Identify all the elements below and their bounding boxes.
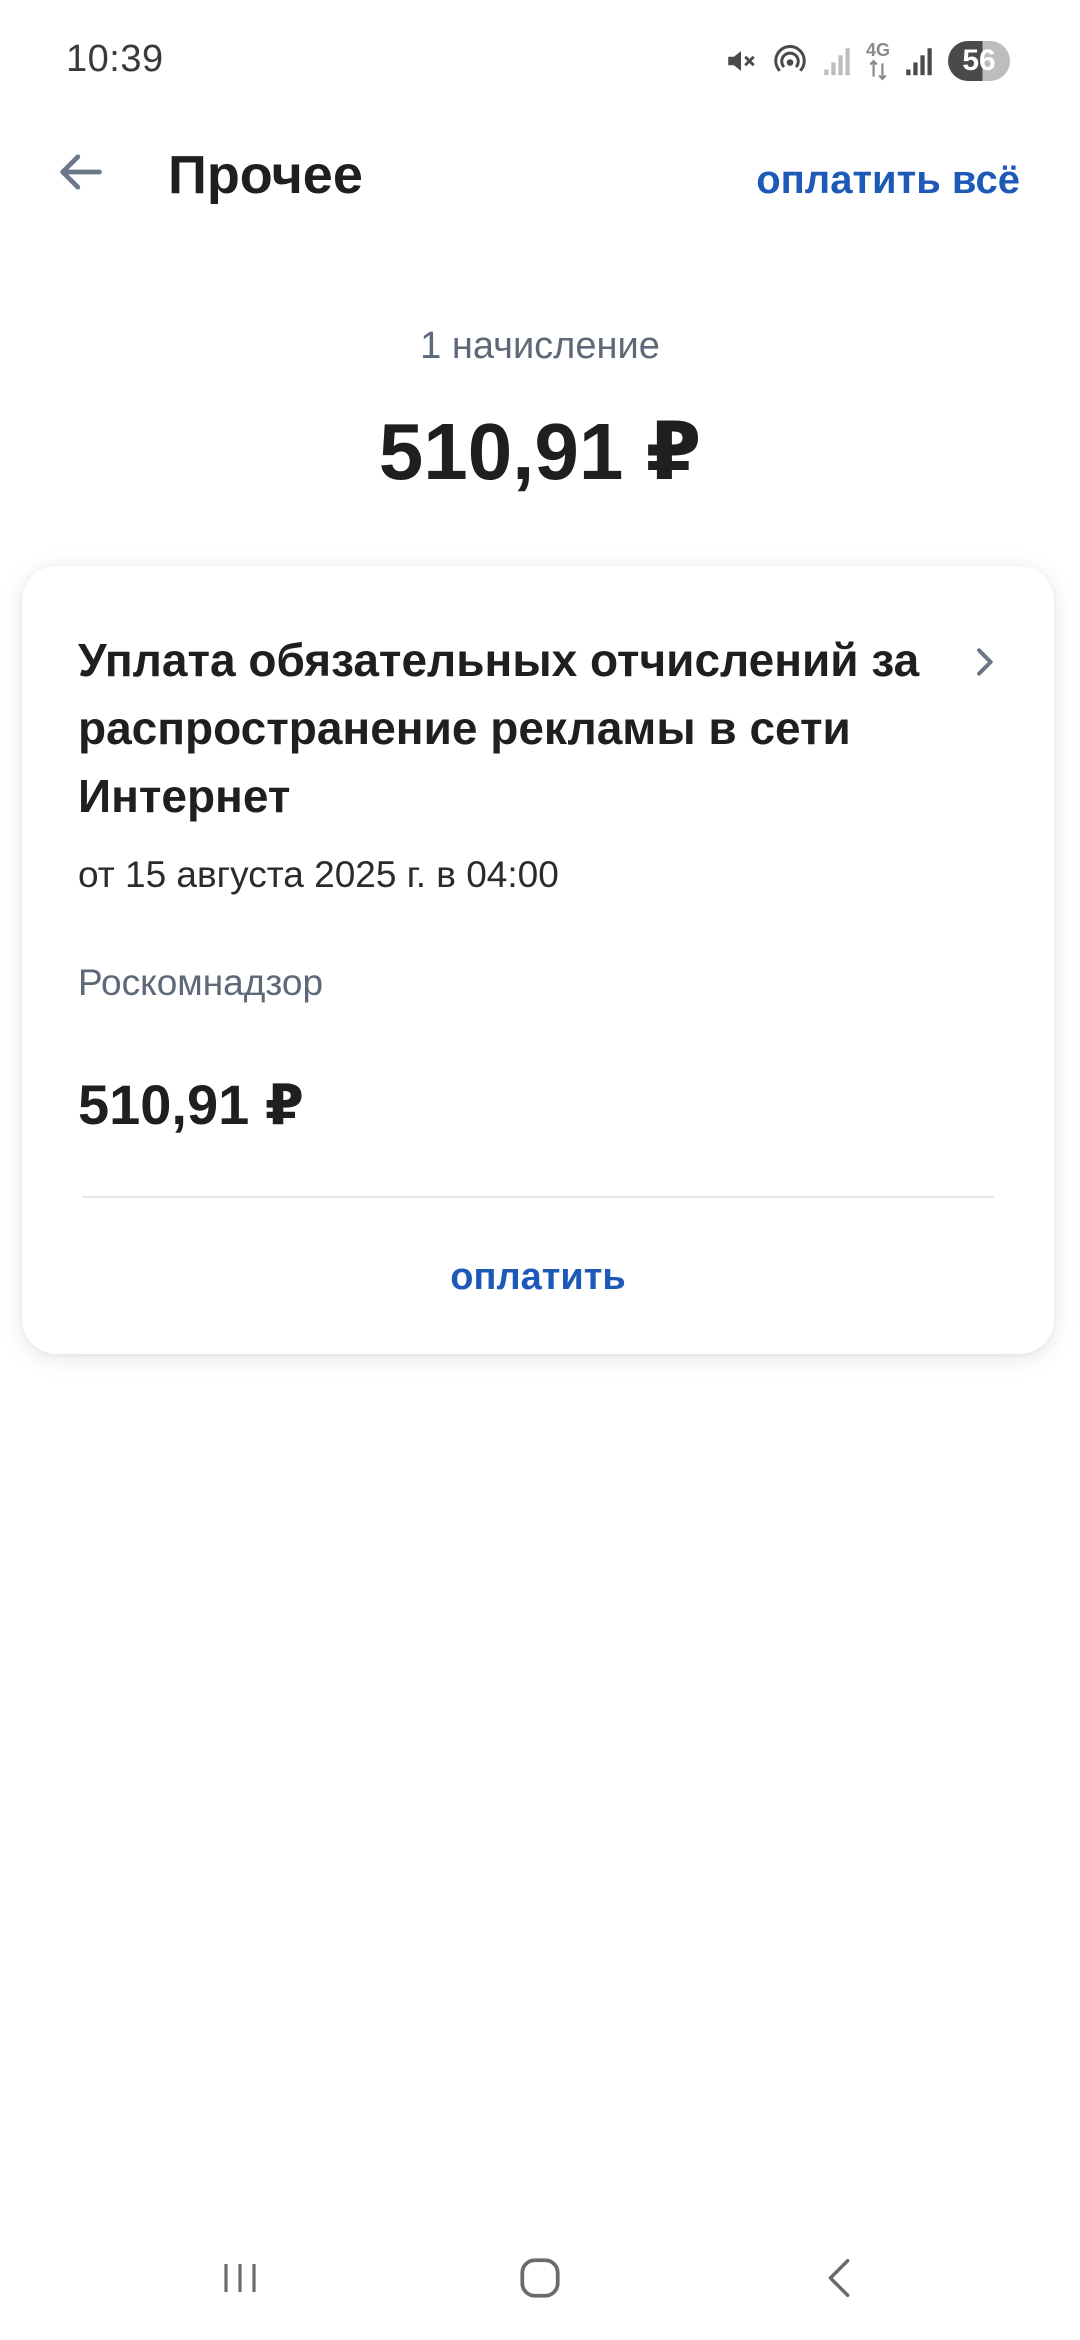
charge-date: от 15 августа 2025 г. в 04:00 (78, 854, 559, 895)
status-bar: 10:39 4G 56 (0, 0, 1080, 120)
charge-title: Уплата обязательных отчислений за распро… (78, 634, 920, 822)
pay-all-button[interactable]: оплатить всё (756, 158, 1020, 203)
back-button[interactable] (48, 142, 112, 206)
pay-button[interactable]: оплатить (22, 1256, 1054, 1299)
chevron-right-icon[interactable] (964, 642, 1004, 682)
recents-button[interactable] (200, 2240, 280, 2320)
page-title: Прочее (168, 145, 363, 205)
hotspot-icon (772, 43, 808, 79)
charges-count: 1 начисление (420, 325, 660, 367)
network-type: 4G (865, 40, 890, 60)
back-icon (817, 2255, 863, 2306)
mute-icon (724, 44, 758, 78)
app-header: Прочее оплатить всё (0, 120, 1080, 230)
battery-level: 56 (962, 44, 996, 77)
charge-amount: 510,91 ₽ (78, 1073, 304, 1136)
home-icon (515, 2253, 565, 2308)
signal-icon (904, 44, 934, 78)
system-nav-bar (0, 2220, 1080, 2320)
data-arrows-icon: 4G (866, 41, 890, 81)
signal-icon (822, 44, 852, 78)
arrow-left-icon (54, 146, 106, 203)
back-nav-button[interactable] (800, 2240, 880, 2320)
total-amount: 510,91 ₽ (378, 407, 702, 496)
status-time: 10:39 (66, 38, 164, 80)
status-icons: 4G 56 (724, 38, 1010, 84)
battery-icon: 56 (948, 41, 1010, 81)
charge-card[interactable]: Уплата обязательных отчислений за распро… (22, 566, 1054, 1354)
recents-icon (216, 2254, 264, 2307)
home-button[interactable] (500, 2240, 580, 2320)
divider (82, 1196, 994, 1198)
charge-organization: Роскомнадзор (78, 962, 324, 1003)
